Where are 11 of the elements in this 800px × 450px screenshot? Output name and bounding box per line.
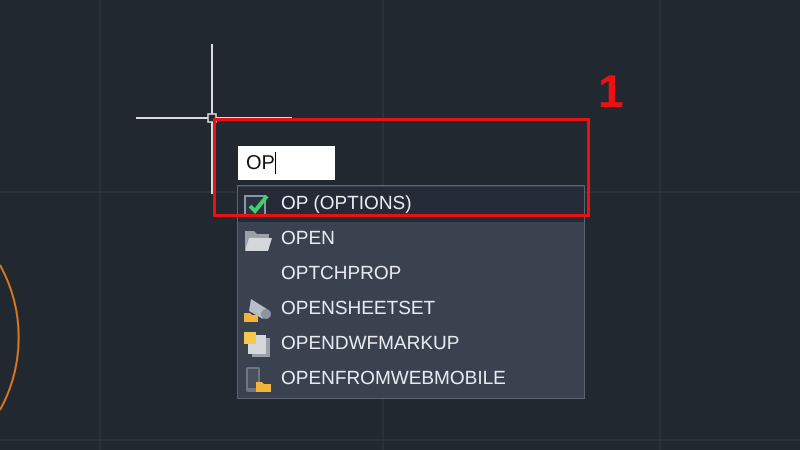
sheet-roll-folder-icon [243, 296, 273, 322]
annotation-number: 1 [598, 68, 624, 114]
command-input-field[interactable]: OP [238, 146, 335, 180]
suggestion-item[interactable]: OPENFROMWEBMOBILE [238, 362, 584, 397]
phone-folder-icon [243, 366, 273, 392]
pages-note-icon [243, 332, 273, 358]
suggestion-item[interactable]: OPEN [238, 222, 584, 257]
suggestion-item[interactable]: OPENDWFMARKUP [238, 327, 584, 362]
suggestion-item[interactable]: OP (OPTIONS) [238, 187, 584, 222]
suggestion-item[interactable]: OPENSHEETSET [238, 292, 584, 327]
suggestion-item[interactable]: OPTCHPROP [238, 257, 584, 292]
